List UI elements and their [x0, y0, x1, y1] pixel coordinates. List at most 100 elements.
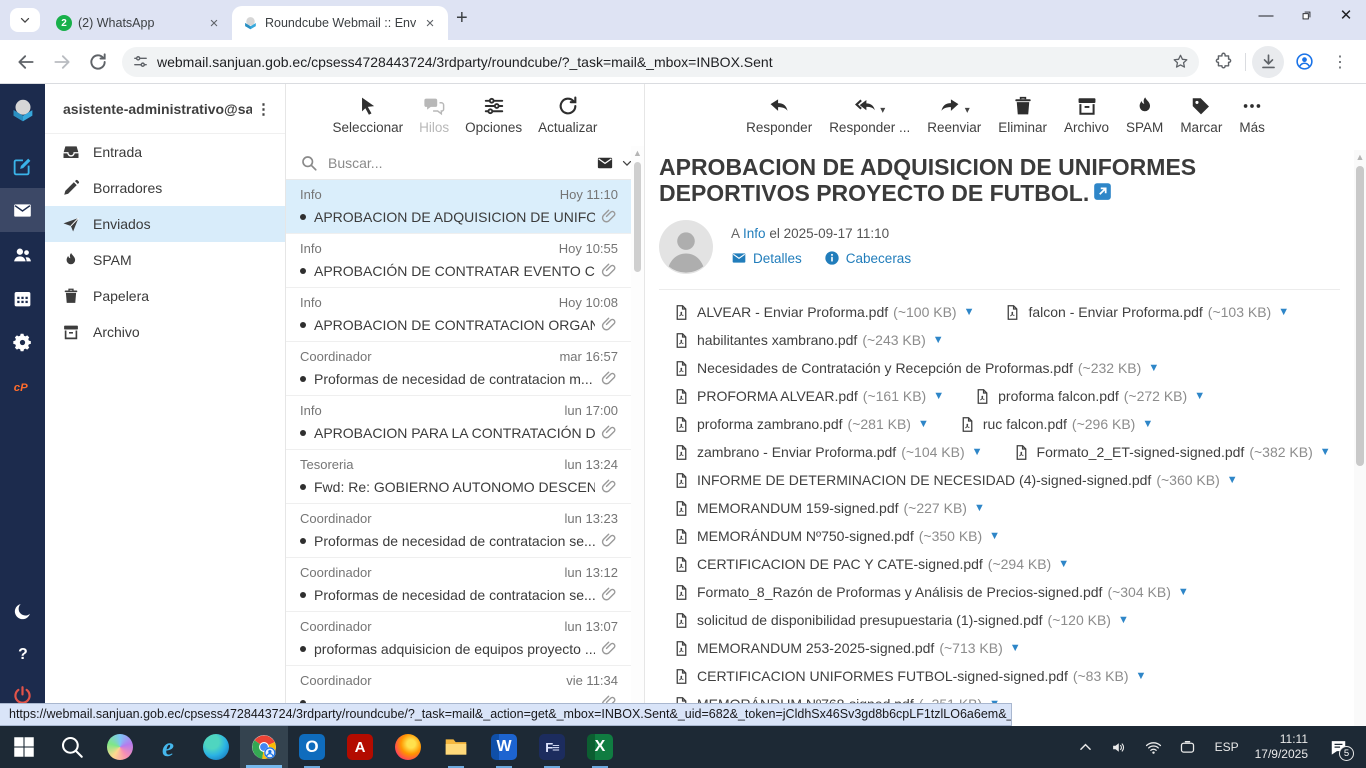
attachment-item[interactable]: PROFORMA ALVEAR.pdf (~161 KB) ▼	[673, 382, 944, 410]
forward-button[interactable]	[46, 46, 78, 78]
attachment-menu-caret-icon[interactable]: ▼	[1278, 306, 1289, 318]
close-tab-icon[interactable]: ×	[422, 15, 438, 32]
papelera[interactable]: Papelera	[45, 278, 285, 314]
start[interactable]	[0, 726, 48, 768]
message-row[interactable]: Info Hoy 10:55 APROBACIÓN DE CONTRATAR E…	[286, 234, 644, 288]
message-row[interactable]: Info Hoy 10:08 APROBACION DE CONTRATACIO…	[286, 288, 644, 342]
attachment-menu-caret-icon[interactable]: ▼	[972, 446, 983, 458]
open-in-new-window-icon[interactable]	[1093, 182, 1112, 201]
spam[interactable]: SPAM	[1126, 93, 1163, 135]
tab-whatsapp[interactable]: 2 (2) WhatsApp ×	[46, 6, 232, 40]
responder[interactable]: Responder	[746, 93, 812, 135]
message-row[interactable]: Coordinador lun 13:12 Proformas de neces…	[286, 558, 644, 612]
gear-icon[interactable]	[0, 320, 45, 364]
word[interactable]	[480, 726, 528, 768]
chrome[interactable]	[240, 726, 288, 768]
attachment-menu-caret-icon[interactable]: ▼	[974, 502, 985, 514]
attachment-menu-caret-icon[interactable]: ▼	[1135, 670, 1146, 682]
minimize-button[interactable]: —	[1246, 0, 1286, 30]
back-button[interactable]	[10, 46, 42, 78]
extensions-button[interactable]	[1207, 46, 1239, 78]
close-tab-icon[interactable]: ×	[206, 15, 222, 32]
attachment-menu-caret-icon[interactable]: ▼	[933, 334, 944, 346]
ie[interactable]	[144, 726, 192, 768]
cabeceras[interactable]: Cabeceras	[824, 250, 911, 266]
marcar[interactable]: Marcar	[1180, 93, 1222, 135]
message-row[interactable]: Coordinador lun 13:23 Proformas de neces…	[286, 504, 644, 558]
downloads-button[interactable]	[1252, 46, 1284, 78]
attachment-menu-caret-icon[interactable]: ▼	[1142, 418, 1153, 430]
scroll-thumb[interactable]	[634, 162, 641, 272]
wifi-icon[interactable]	[1137, 739, 1171, 756]
explorer[interactable]	[432, 726, 480, 768]
scroll-up-icon[interactable]: ▲	[1356, 150, 1365, 164]
search-scope-mail-icon[interactable]	[596, 154, 614, 172]
attachment-item[interactable]: proforma falcon.pdf (~272 KB) ▼	[974, 382, 1205, 410]
message-row[interactable]: Tesoreria lun 13:24 Fwd: Re: GOBIERNO AU…	[286, 450, 644, 504]
attachment-menu-caret-icon[interactable]: ▼	[933, 390, 944, 402]
clock[interactable]: 11:11 17/9/2025	[1249, 732, 1320, 762]
search[interactable]	[48, 726, 96, 768]
forticlient[interactable]	[528, 726, 576, 768]
attachment-menu-caret-icon[interactable]: ▼	[1010, 642, 1021, 654]
attachment-menu-caret-icon[interactable]: ▼	[964, 306, 975, 318]
attachment-item[interactable]: MEMORANDUM 253-2025-signed.pdf (~713 KB)…	[673, 634, 1021, 662]
actualizar[interactable]: Actualizar	[538, 93, 597, 135]
reenviar[interactable]: Reenviar	[927, 93, 981, 135]
acrobat[interactable]	[336, 726, 384, 768]
detalles[interactable]: Detalles	[731, 250, 802, 266]
attachment-item[interactable]: Formato_2_ET-signed-signed.pdf (~382 KB)…	[1013, 438, 1331, 466]
attachment-item[interactable]: ruc falcon.pdf (~296 KB) ▼	[959, 410, 1153, 438]
eliminar[interactable]: Eliminar	[998, 93, 1047, 135]
scroll-up-icon[interactable]: ▲	[633, 146, 642, 160]
attachment-menu-caret-icon[interactable]: ▼	[1058, 558, 1069, 570]
contacts-icon[interactable]	[0, 232, 45, 276]
excel[interactable]	[576, 726, 624, 768]
attachment-menu-caret-icon[interactable]: ▼	[918, 418, 929, 430]
message-row[interactable]: Info Hoy 11:10 APROBACION DE ADQUISICION…	[286, 180, 644, 234]
attachment-item[interactable]: habilitantes xambrano.pdf (~243 KB) ▼	[673, 326, 944, 354]
opciones[interactable]: Opciones	[465, 93, 522, 135]
close-window-button[interactable]: ✕	[1326, 0, 1366, 30]
attachment-item[interactable]: solicitud de disponibilidad presupuestar…	[673, 606, 1129, 634]
entrada[interactable]: Entrada	[45, 134, 285, 170]
attachment-item[interactable]: MEMORÁNDUM Nº750-signed.pdf (~350 KB) ▼	[673, 522, 1000, 550]
attachment-item[interactable]: proforma zambrano.pdf (~281 KB) ▼	[673, 410, 929, 438]
attachment-item[interactable]: zambrano - Enviar Proforma.pdf (~104 KB)…	[673, 438, 983, 466]
moon-icon[interactable]	[0, 590, 45, 632]
tab-search-button[interactable]	[10, 8, 40, 32]
copilot[interactable]	[96, 726, 144, 768]
attachment-item[interactable]: falcon - Enviar Proforma.pdf (~103 KB) ▼	[1004, 298, 1289, 326]
search-input[interactable]	[328, 155, 590, 171]
tab-roundcube[interactable]: Roundcube Webmail :: Enviados ×	[232, 6, 448, 40]
restore-button[interactable]	[1286, 0, 1326, 30]
enviados[interactable]: Enviados	[45, 206, 285, 242]
attachment-item[interactable]: Necesidades de Contratación y Recepción …	[673, 354, 1159, 382]
attachment-item[interactable]: MEMORANDUM 159-signed.pdf (~227 KB) ▼	[673, 494, 985, 522]
borradores[interactable]: Borradores	[45, 170, 285, 206]
calendar-icon[interactable]	[0, 276, 45, 320]
responder[interactable]: Responder ...	[829, 93, 910, 135]
browser-menu-button[interactable]: ⋮	[1324, 46, 1356, 78]
attachment-item[interactable]: Formato_8_Razón de Proformas y Análisis …	[673, 578, 1189, 606]
bookmark-star-icon[interactable]	[1172, 53, 1189, 70]
help-icon[interactable]: ?	[0, 632, 45, 674]
attachment-menu-caret-icon[interactable]: ▼	[1178, 586, 1189, 598]
attachment-item[interactable]: CERTIFICACION DE PAC Y CATE-signed.pdf (…	[673, 550, 1069, 578]
spam[interactable]: SPAM	[45, 242, 285, 278]
cpanel-icon[interactable]: cP	[0, 364, 45, 408]
attachment-menu-caret-icon[interactable]: ▼	[989, 530, 1000, 542]
archivo[interactable]: Archivo	[1064, 93, 1109, 135]
message-row[interactable]: Coordinador lun 13:07 proformas adquisic…	[286, 612, 644, 666]
firefox[interactable]	[384, 726, 432, 768]
site-info-icon[interactable]	[132, 53, 149, 70]
scroll-thumb[interactable]	[1356, 166, 1364, 466]
profile-button[interactable]	[1288, 46, 1320, 78]
folder-menu-button[interactable]: ⋮	[252, 100, 275, 118]
attachment-menu-caret-icon[interactable]: ▼	[1194, 390, 1205, 402]
seleccionar[interactable]: Seleccionar	[333, 93, 404, 135]
language-indicator[interactable]: ESP	[1205, 740, 1249, 754]
outlook[interactable]	[288, 726, 336, 768]
new-tab-button[interactable]: +	[456, 7, 468, 30]
content-scrollbar[interactable]: ▲	[1354, 150, 1366, 726]
